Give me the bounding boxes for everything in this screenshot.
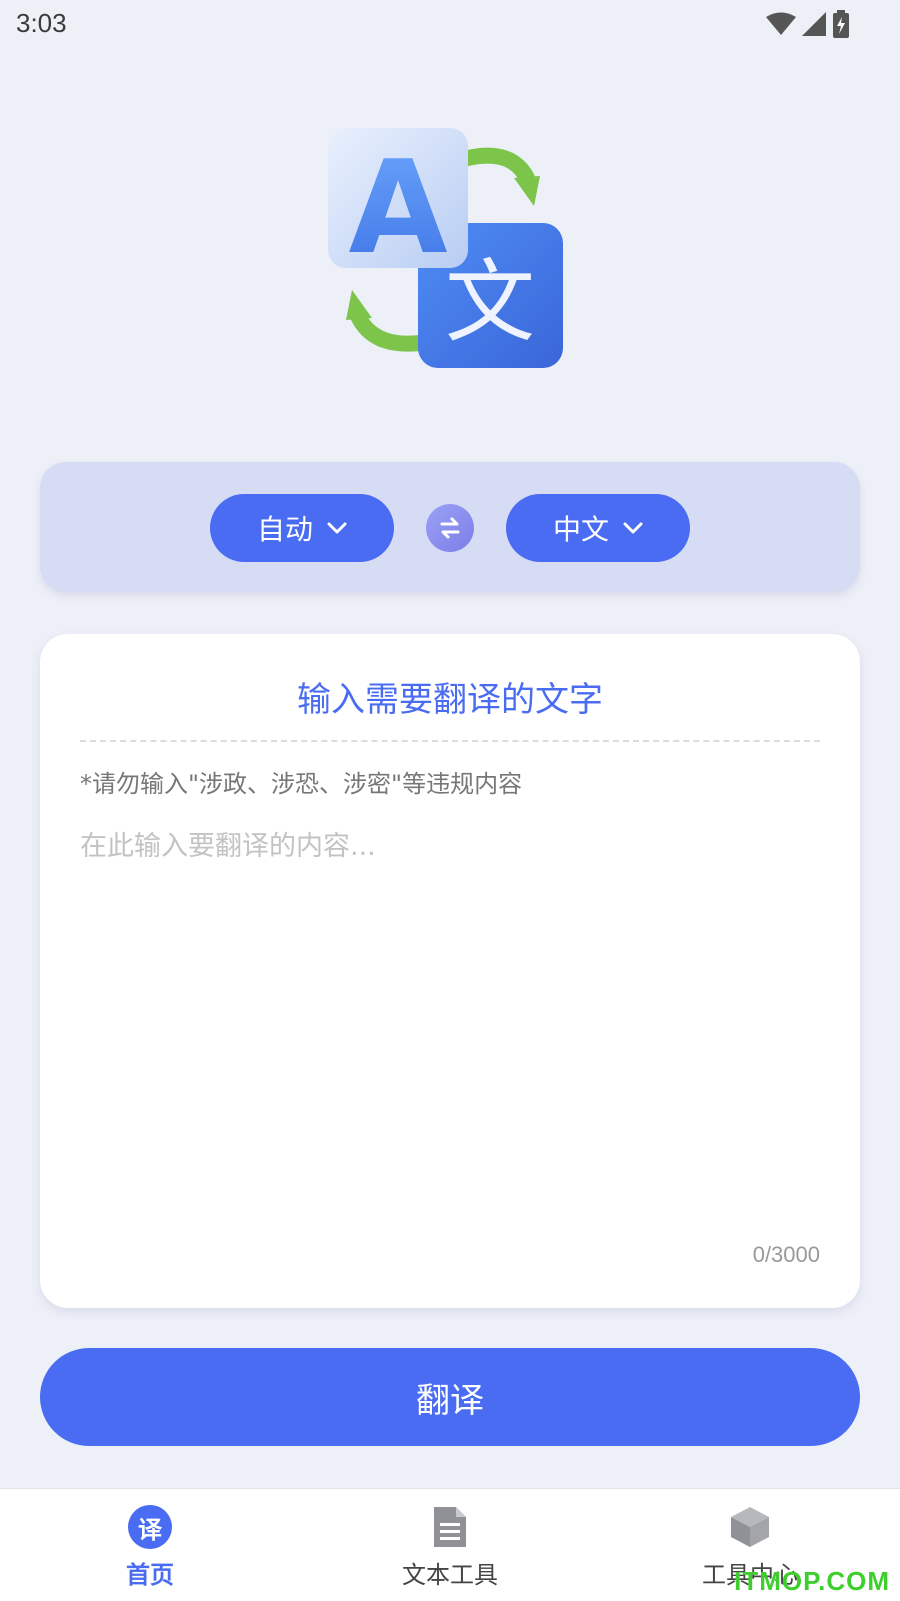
document-icon [434,1507,466,1547]
content-warning: *请勿输入"涉政、涉恐、涉密"等违规内容 [80,770,523,798]
character-counter: 0/3000 [752,1242,820,1267]
status-time: 3:03 [16,8,67,38]
nav-label-text-tools: 文本工具 [402,1561,498,1589]
status-icons [766,10,850,38]
logo-a-letter: A [348,134,447,283]
dashed-divider [80,740,820,742]
target-language-dropdown[interactable]: 中文 [506,494,690,562]
input-card: 输入需要翻译的文字 *请勿输入"涉政、涉恐、涉密"等违规内容 0/3000 [40,634,860,1308]
translation-input[interactable] [78,822,826,1226]
swap-icon [440,517,460,539]
translate-button[interactable]: 翻译 [40,1348,860,1446]
language-selector-panel: 自动 中文 [40,462,860,592]
target-language-label: 中文 [552,513,609,546]
source-language-label: 自动 [256,513,313,546]
chevron-down-icon [623,522,643,534]
swap-languages-button[interactable] [426,504,474,552]
watermark: ITMOP.COM [734,1566,890,1596]
nav-item-home[interactable]: 译 首页 [0,1489,300,1601]
signal-icon [802,12,826,36]
home-badge-text: 译 [138,1515,162,1544]
translate-button-label: 翻译 [416,1380,484,1421]
app-logo: 文 A [328,128,568,373]
chevron-down-icon [327,522,347,534]
translate-badge-icon: 译 [128,1505,172,1549]
cube-icon [731,1507,769,1547]
wifi-icon [766,12,796,35]
source-language-dropdown[interactable]: 自动 [210,494,394,562]
nav-item-text-tools[interactable]: 文本工具 [300,1489,600,1601]
battery-charging-icon [833,10,849,38]
status-bar: 3:03 [0,0,900,50]
nav-label-home: 首页 [126,1561,174,1589]
input-card-title: 输入需要翻译的文字 [297,680,603,720]
